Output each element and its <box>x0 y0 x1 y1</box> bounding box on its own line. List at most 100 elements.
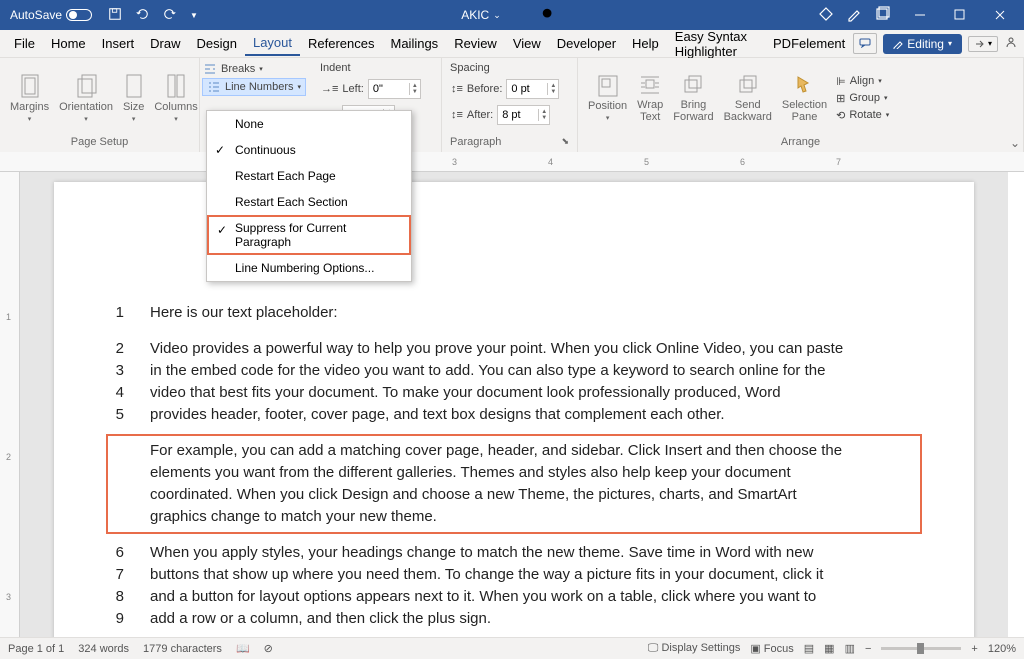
indent-title: Indent <box>320 62 351 74</box>
body-text[interactable]: in the embed code for the video you want… <box>150 360 914 382</box>
tab-esh[interactable]: Easy Syntax Highlighter <box>667 25 765 63</box>
size-button[interactable]: Size▾ <box>121 71 146 125</box>
tab-layout[interactable]: Layout <box>245 31 300 56</box>
tab-draw[interactable]: Draw <box>142 32 188 55</box>
body-text[interactable]: Video provides a powerful way to help yo… <box>150 338 914 360</box>
line-numbers-dropdown: None ✓Continuous Restart Each Page Resta… <box>206 110 412 282</box>
close-button[interactable] <box>980 0 1020 30</box>
body-text[interactable]: provides header, footer, cover page, and… <box>150 404 914 426</box>
minimize-button[interactable] <box>900 0 940 30</box>
line-number: 1 <box>114 302 124 324</box>
body-text[interactable]: Here is our text placeholder: <box>150 302 914 324</box>
line-number: 3 <box>114 360 124 382</box>
line-number: 2 <box>114 338 124 360</box>
tab-file[interactable]: File <box>6 32 43 55</box>
tab-developer[interactable]: Developer <box>549 32 624 55</box>
menu-item-continuous[interactable]: ✓Continuous <box>207 137 411 163</box>
body-text[interactable]: video that best fits your document. To m… <box>150 382 914 404</box>
read-mode-icon[interactable]: ▤ <box>804 642 814 655</box>
position-button[interactable]: Position▾ <box>586 72 629 124</box>
tab-insert[interactable]: Insert <box>94 32 143 55</box>
columns-button[interactable]: Columns▾ <box>152 71 199 125</box>
line-number: 5 <box>114 404 124 426</box>
align-button[interactable]: ⊫Align▾ <box>835 74 890 89</box>
horizontal-ruler[interactable]: 1234567 <box>0 152 1024 172</box>
indent-left-icon: →≡ <box>321 83 338 95</box>
line-number: 4 <box>114 382 124 404</box>
comments-button[interactable] <box>853 33 877 54</box>
group-button[interactable]: ⊞Group▾ <box>835 91 890 106</box>
line-number: 6 <box>114 542 124 564</box>
qat-dropdown-icon[interactable]: ▼ <box>190 11 198 20</box>
body-text[interactable]: When you apply styles, your headings cha… <box>150 542 914 564</box>
spacing-before-input[interactable]: ▲▼ <box>506 79 559 99</box>
person-icon[interactable] <box>1004 35 1018 52</box>
menu-item-restart-page[interactable]: Restart Each Page <box>207 163 411 189</box>
line-numbers-button[interactable]: Line Numbers▾ <box>202 78 306 96</box>
autosave-toggle[interactable]: AutoSave <box>4 8 98 22</box>
menu-item-restart-section[interactable]: Restart Each Section <box>207 189 411 215</box>
chevron-down-icon: ⌄ <box>493 10 501 21</box>
status-page[interactable]: Page 1 of 1 <box>8 643 64 655</box>
diamond-icon[interactable] <box>818 6 834 25</box>
menu-item-options[interactable]: Line Numbering Options... <box>207 255 411 281</box>
status-proofing-icon[interactable]: 📖 <box>236 642 250 655</box>
maximize-button[interactable] <box>940 0 980 30</box>
search-icon[interactable] <box>541 7 555 24</box>
paragraph-dialog-launcher[interactable]: ⬊ <box>557 136 569 148</box>
menu-item-suppress[interactable]: ✓Suppress for Current Paragraph <box>207 215 411 255</box>
window-icon[interactable] <box>874 6 890 25</box>
zoom-out-button[interactable]: − <box>865 643 871 655</box>
status-chars[interactable]: 1779 characters <box>143 643 222 655</box>
selection-pane-button[interactable]: Selection Pane <box>780 71 829 125</box>
bring-forward-button[interactable]: Bring Forward <box>671 71 715 125</box>
save-icon[interactable] <box>108 7 122 24</box>
status-words[interactable]: 324 words <box>78 643 129 655</box>
body-text[interactable]: buttons that show up where you need them… <box>150 564 914 586</box>
tab-design[interactable]: Design <box>189 32 245 55</box>
zoom-in-button[interactable]: + <box>971 643 977 655</box>
wrap-text-button[interactable]: Wrap Text <box>635 71 665 125</box>
collapse-ribbon-icon[interactable]: ⌄ <box>1010 136 1020 150</box>
autosave-label: AutoSave <box>10 8 62 22</box>
zoom-level[interactable]: 120% <box>988 643 1016 655</box>
send-backward-button[interactable]: Send Backward <box>722 71 774 125</box>
line-number: 7 <box>114 564 124 586</box>
check-icon: ✓ <box>215 143 225 157</box>
tab-review[interactable]: Review <box>446 32 505 55</box>
status-accessibility-icon[interactable]: ⊘ <box>264 642 273 655</box>
body-text[interactable]: and a button for layout options appears … <box>150 586 914 608</box>
margins-button[interactable]: Margins▾ <box>8 71 51 125</box>
web-layout-icon[interactable]: ▥ <box>845 642 855 655</box>
indent-left-input[interactable]: ▲▼ <box>368 79 421 99</box>
document-title[interactable]: AKIC ⌄ <box>461 8 501 22</box>
highlighted-paragraph[interactable]: For example, you can add a matching cove… <box>106 434 922 534</box>
orientation-button[interactable]: Orientation▾ <box>57 71 115 125</box>
tab-help[interactable]: Help <box>624 32 667 55</box>
tab-home[interactable]: Home <box>43 32 94 55</box>
tab-pdf[interactable]: PDFelement <box>765 32 853 55</box>
spacing-after-input[interactable]: ▲▼ <box>497 105 550 125</box>
focus-button[interactable]: ▣ Focus <box>750 642 793 655</box>
toggle-off-icon <box>66 9 92 21</box>
tab-view[interactable]: View <box>505 32 549 55</box>
redo-icon[interactable] <box>162 7 178 24</box>
share-button[interactable]: ▾ <box>968 36 998 52</box>
zoom-slider[interactable] <box>881 647 961 650</box>
breaks-button[interactable]: Breaks▾ <box>202 62 306 76</box>
pen-icon[interactable] <box>846 6 862 25</box>
print-layout-icon[interactable]: ▦ <box>824 642 834 655</box>
body-text[interactable]: add a row or a column, and then click th… <box>150 608 914 630</box>
spacing-before-icon: ↕≡ <box>451 83 463 95</box>
vertical-ruler[interactable]: 123 <box>0 172 20 652</box>
editing-mode-button[interactable]: Editing▾ <box>883 34 962 54</box>
title-bar: AutoSave ▼ AKIC ⌄ <box>0 0 1024 30</box>
tab-references[interactable]: References <box>300 32 382 55</box>
spacing-title: Spacing <box>450 62 490 74</box>
menu-item-none[interactable]: None <box>207 111 411 137</box>
tab-mailings[interactable]: Mailings <box>383 32 447 55</box>
display-settings-button[interactable]: 🖵 Display Settings <box>648 642 741 655</box>
document-area[interactable]: 1 Here is our text placeholder: 2 Video pr… <box>20 172 1008 637</box>
undo-icon[interactable] <box>134 7 150 24</box>
rotate-button[interactable]: ⟲Rotate▾ <box>835 108 890 123</box>
